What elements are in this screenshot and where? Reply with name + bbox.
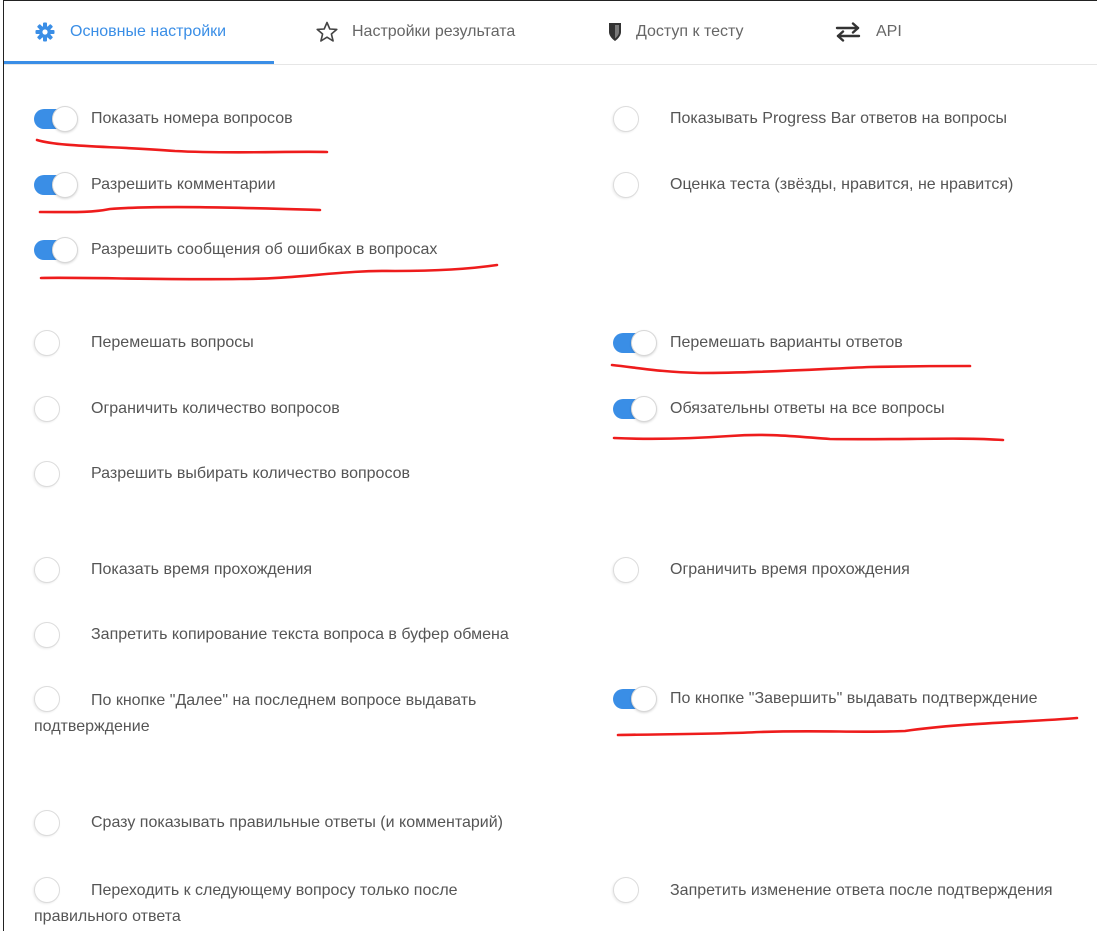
option-label: Показать номера вопросов — [91, 110, 293, 127]
toggle-required-answers[interactable] — [613, 396, 657, 422]
tab-result-settings[interactable]: Настройки результата — [316, 0, 515, 64]
option-label: Запретить изменение ответа после подтвер… — [670, 882, 1053, 899]
toggle-test-rating[interactable] — [613, 172, 657, 198]
option-label: Показать время прохождения — [91, 561, 313, 578]
option-label: Разрешить выбирать количество вопросов — [91, 465, 411, 482]
shield-icon — [608, 21, 622, 43]
option-label: Ограничить время прохождения — [670, 561, 910, 578]
toggle-prevent-answer-change[interactable] — [613, 877, 657, 903]
tab-label: Основные настройки — [70, 23, 227, 40]
tab-label: API — [876, 23, 902, 40]
active-tab-indicator — [4, 61, 274, 64]
toggle-choose-question-count[interactable] — [34, 461, 78, 487]
toggle-allow-comments[interactable] — [34, 172, 78, 198]
toggle-show-time[interactable] — [34, 557, 78, 583]
tab-main-settings[interactable]: Основные настройки — [34, 0, 226, 64]
option-label: Сразу показывать правильные ответы (и ко… — [91, 814, 503, 831]
option-label: Разрешить сообщения об ошибках в вопроса… — [91, 241, 438, 258]
tab-label: Настройки результата — [352, 23, 516, 40]
toggle-shuffle-questions[interactable] — [34, 330, 78, 356]
toggle-shuffle-answers[interactable] — [613, 330, 657, 356]
option-label: По кнопке "Завершить" выдавать подтвержд… — [670, 690, 1038, 707]
tab-test-access[interactable]: Доступ к тесту — [608, 0, 744, 64]
toggle-show-question-numbers[interactable] — [34, 106, 78, 132]
option-label: Перемешать варианты ответов — [670, 334, 903, 351]
swap-arrows-icon — [834, 21, 862, 43]
toggle-error-reports[interactable] — [34, 237, 78, 263]
toggle-show-correct[interactable] — [34, 810, 78, 836]
option-label: Разрешить комментарии — [91, 176, 276, 193]
tab-bar: Основные настройки Настройки результата … — [4, 0, 1097, 65]
toggle-finish-confirm[interactable] — [613, 686, 657, 712]
toggle-limit-time[interactable] — [613, 557, 657, 583]
option-label: Показывать Progress Bar ответов на вопро… — [670, 110, 1008, 127]
option-label: Перемешать вопросы — [91, 334, 254, 351]
toggle-progress-bar[interactable] — [613, 106, 657, 132]
option-label: Ограничить количество вопросов — [91, 400, 340, 417]
star-icon — [316, 21, 338, 43]
option-label: Оценка теста (звёзды, нравится, не нрави… — [670, 176, 1014, 193]
tab-api[interactable]: API — [834, 0, 902, 64]
toggle-prevent-copy[interactable] — [34, 622, 78, 648]
option-label: По кнопке "Далее" на последнем вопросе в… — [34, 692, 477, 735]
gear-icon — [34, 21, 56, 43]
option-label: Переходить к следующему вопросу только п… — [34, 882, 458, 925]
option-label: Обязательны ответы на все вопросы — [670, 400, 945, 417]
option-label: Запретить копирование текста вопроса в б… — [91, 626, 509, 643]
toggle-limit-questions[interactable] — [34, 396, 78, 422]
tab-label: Доступ к тесту — [636, 23, 744, 40]
